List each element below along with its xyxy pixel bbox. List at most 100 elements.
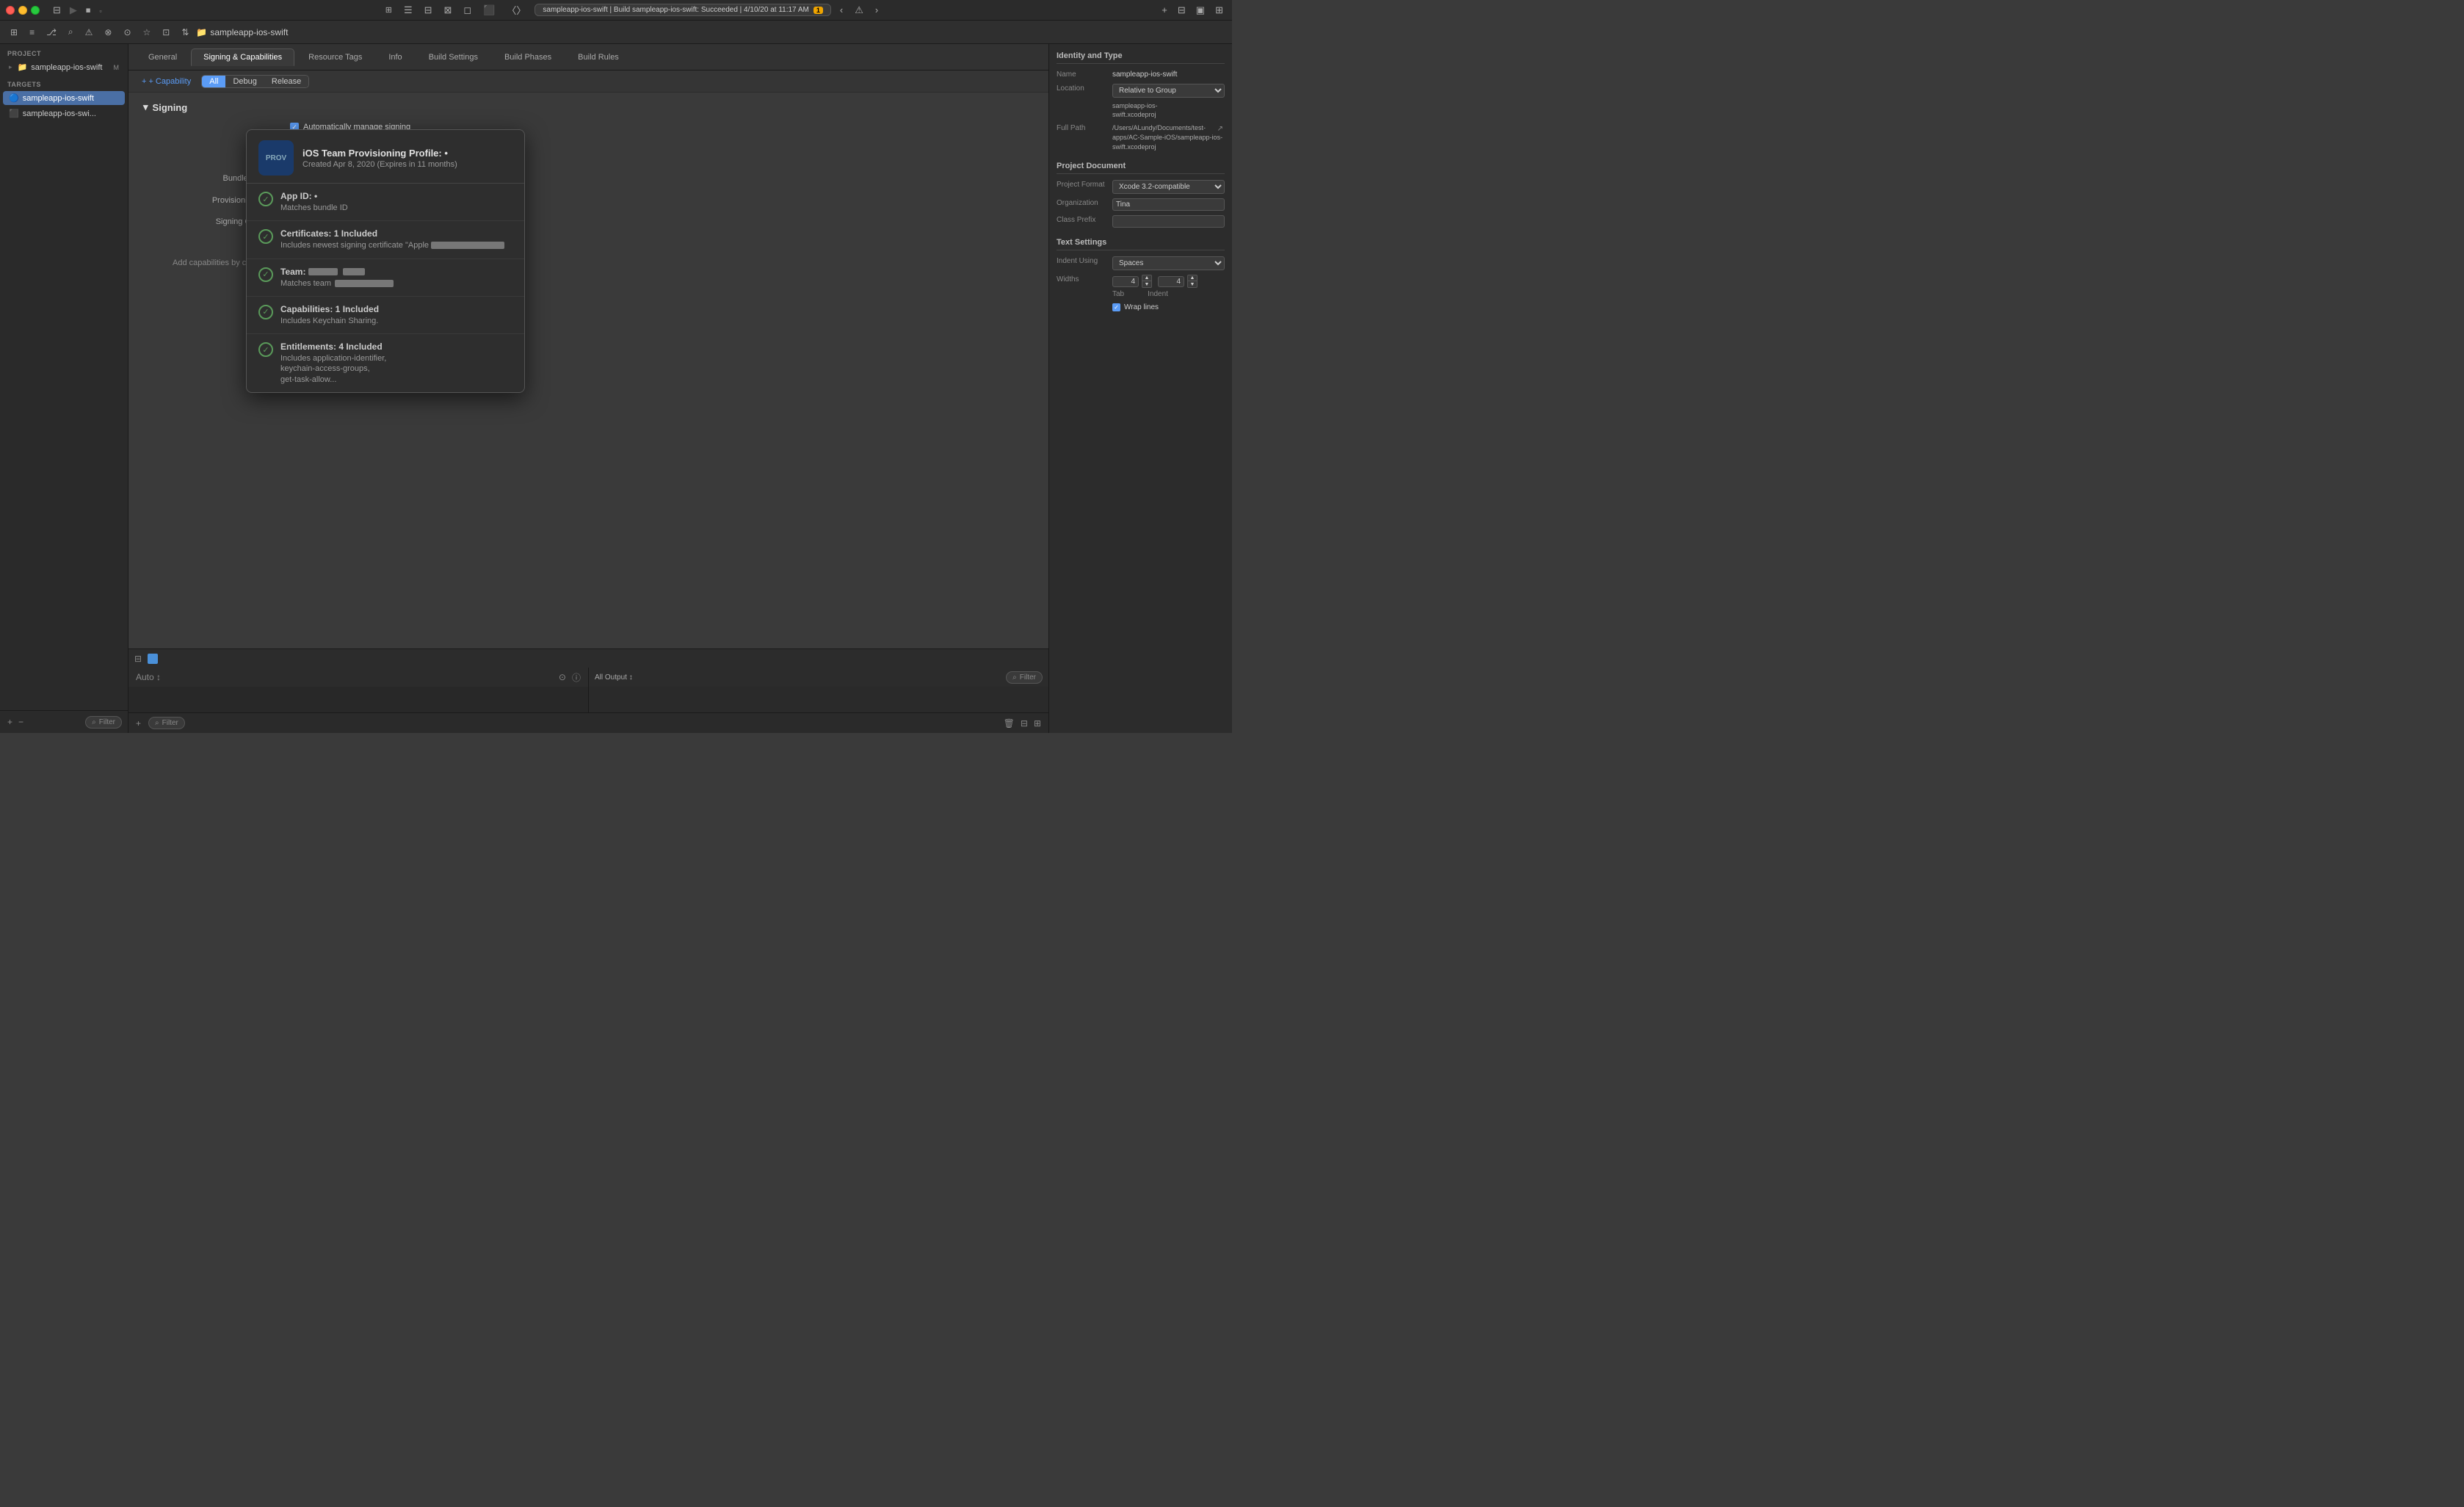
- tab-resource-tags[interactable]: Resource Tags: [296, 48, 374, 66]
- split-view-button[interactable]: ⊟: [1175, 3, 1189, 18]
- check-icon-4: ✓: [258, 342, 273, 357]
- breadcrumb-folder-icon: 📁: [196, 27, 207, 37]
- status-filter-icon: ⌕: [155, 719, 159, 727]
- seg-all[interactable]: All: [202, 76, 225, 87]
- rp-org-label: Organization: [1057, 198, 1108, 207]
- sidebar-item-project[interactable]: ▸ 📁 sampleapp-ios-swift M: [3, 60, 125, 74]
- hierarchy-button[interactable]: ⊟: [421, 3, 435, 18]
- tab-stepper-input[interactable]: [1112, 276, 1139, 287]
- library-button[interactable]: ☰: [401, 3, 416, 18]
- identity-section: Identity and Type Name sampleapp-ios-swi…: [1057, 51, 1225, 151]
- panel-layout-button[interactable]: ▣: [1193, 3, 1208, 18]
- sidebar-item-target1[interactable]: 🔵 sampleapp-ios-swift: [3, 91, 125, 105]
- breadcrumb-project[interactable]: sampleapp-ios-swift: [210, 27, 288, 37]
- add-item-button[interactable]: +: [6, 715, 14, 729]
- view-toggle-btn1[interactable]: ⊟: [1019, 717, 1029, 730]
- rp-indent-using-dropdown[interactable]: Spaces: [1112, 256, 1225, 270]
- nav-back-button[interactable]: ‹: [837, 3, 846, 17]
- toolbar2-error-btn[interactable]: ⊗: [100, 25, 116, 40]
- status-filter[interactable]: ⌕ Filter: [148, 717, 185, 729]
- right-panel: Identity and Type Name sampleapp-ios-swi…: [1048, 44, 1232, 733]
- toolbar2-branch-btn[interactable]: ⎇: [42, 25, 61, 40]
- sidebar-toggle-button[interactable]: ⊟: [50, 3, 64, 18]
- nav-warning-button[interactable]: ⚠: [852, 3, 866, 18]
- tab-info[interactable]: Info: [376, 48, 414, 66]
- stop-button[interactable]: ⏹: [83, 3, 94, 18]
- color-indicator: [148, 654, 158, 664]
- scheme-selector[interactable]: ▫: [96, 3, 104, 17]
- toolbar2-bookmark-btn[interactable]: ☆: [139, 25, 156, 40]
- status-add-button[interactable]: +: [134, 717, 142, 730]
- tab-signing[interactable]: Signing & Capabilities: [191, 48, 294, 66]
- sidebar: PROJECT ▸ 📁 sampleapp-ios-swift M TARGET…: [0, 44, 128, 733]
- tab-build-phases[interactable]: Build Phases: [492, 48, 564, 66]
- popover-item-1-content: Certificates: 1 Included Includes newest…: [280, 228, 504, 250]
- fullpath-reveal-btn[interactable]: ↗: [1216, 123, 1225, 134]
- bottom-panels: Auto ↕ ⊙ ⓘ All Output ↕: [128, 668, 1048, 712]
- close-button[interactable]: [6, 6, 15, 15]
- view-toggle-btn2[interactable]: ⊞: [1032, 717, 1043, 730]
- section-expand-icon: ▾: [143, 101, 148, 113]
- rp-location-dropdown[interactable]: Relative to Group: [1112, 84, 1225, 98]
- popover-item-4-title: Entitlements: 4 Included: [280, 341, 386, 352]
- sidebar-filter[interactable]: ⌕ Filter: [85, 716, 122, 729]
- left-view-btn1[interactable]: ⊙: [557, 671, 568, 684]
- add-tab-button[interactable]: +: [1159, 3, 1170, 17]
- popover-item-1: ✓ Certificates: 1 Included Includes newe…: [247, 221, 524, 259]
- toolbar2-misc-btn[interactable]: ⊙: [119, 25, 135, 40]
- add-capability-button[interactable]: + + Capability: [137, 76, 195, 87]
- remove-item-button[interactable]: −: [17, 715, 25, 729]
- output-filter-label: Filter: [1020, 673, 1036, 682]
- toolbar2-group-btn[interactable]: ⊡: [158, 25, 174, 40]
- assistant-button[interactable]: ⊠: [441, 3, 455, 18]
- indent-decrement-btn[interactable]: ▼: [1187, 281, 1197, 288]
- toolbar2-warning-btn[interactable]: ⚠: [81, 25, 98, 40]
- project-doc-section: Project Document Project Format Xcode 3.…: [1057, 162, 1225, 228]
- seg-release[interactable]: Release: [264, 76, 308, 87]
- tab-build-rules[interactable]: Build Rules: [565, 48, 631, 66]
- indent-stepper-input[interactable]: [1158, 276, 1184, 287]
- rp-format-label: Project Format: [1057, 180, 1108, 189]
- console-toggle-icon[interactable]: ⊟: [133, 652, 143, 665]
- wrap-lines-checkbox[interactable]: ✓: [1112, 303, 1120, 311]
- map-button[interactable]: ⬛: [480, 3, 498, 18]
- indent-stepper-row: ▲ ▼: [1158, 275, 1197, 288]
- rp-class-prefix-input[interactable]: [1112, 215, 1225, 228]
- sidebar-project-name: sampleapp-ios-swift: [31, 63, 102, 72]
- tab-general[interactable]: General: [136, 48, 189, 66]
- run-button[interactable]: ▶: [67, 3, 80, 18]
- prov-icon-text: PROV: [266, 154, 286, 162]
- toolbar2-list-btn[interactable]: ≡: [25, 25, 39, 40]
- auto-label-btn[interactable]: Auto ↕: [134, 671, 162, 684]
- tab-decrement-btn[interactable]: ▼: [1142, 281, 1152, 288]
- trash-button[interactable]: 🗑: [1002, 717, 1016, 730]
- output-filter[interactable]: ⌕ Filter: [1006, 671, 1043, 684]
- toolbar-right: + ⊟ ▣ ⊞: [1159, 3, 1226, 18]
- rp-org-input[interactable]: [1112, 198, 1225, 211]
- toolbar2-sort-btn[interactable]: ⇅: [177, 25, 193, 40]
- rp-location-row: Location Relative to Group: [1057, 84, 1225, 98]
- seg-debug[interactable]: Debug: [225, 76, 264, 87]
- left-view-btn2[interactable]: ⓘ: [570, 670, 582, 685]
- check-icon-0: ✓: [258, 192, 273, 206]
- navigator-button[interactable]: ◻: [460, 3, 474, 18]
- fullscreen-button[interactable]: [31, 6, 40, 15]
- toolbar2-grid-btn[interactable]: ⊞: [6, 25, 22, 40]
- bottom-right-panel: All Output ↕ ⌕ Filter: [589, 668, 1048, 712]
- minimize-button[interactable]: [18, 6, 27, 15]
- popover-item-4: ✓ Entitlements: 4 Included Includes appl…: [247, 334, 524, 392]
- rp-indent-using-label: Indent Using: [1057, 256, 1108, 265]
- rp-widths-row: Widths ▲ ▼ ▲: [1057, 275, 1225, 299]
- sidebar-item-target2[interactable]: ⬛ sampleapp-ios-swi...: [3, 106, 125, 120]
- popover-item-4-desc: Includes application-identifier,keychain…: [280, 353, 386, 385]
- filter-label: Filter: [99, 718, 115, 726]
- tab-build-settings[interactable]: Build Settings: [416, 48, 490, 66]
- nav-forward-button[interactable]: ›: [872, 3, 881, 17]
- toolbar2-search-btn[interactable]: ⌕: [64, 24, 78, 40]
- inspector-button[interactable]: ⊞: [1212, 3, 1226, 18]
- code-button[interactable]: 〈〉: [504, 1, 529, 18]
- text-settings-section: Text Settings Indent Using Spaces Widths: [1057, 238, 1225, 311]
- left-panel-toolbar: Auto ↕ ⊙ ⓘ: [128, 668, 588, 687]
- structure-button[interactable]: ⊞: [383, 4, 395, 16]
- rp-format-dropdown[interactable]: Xcode 3.2-compatible: [1112, 180, 1225, 194]
